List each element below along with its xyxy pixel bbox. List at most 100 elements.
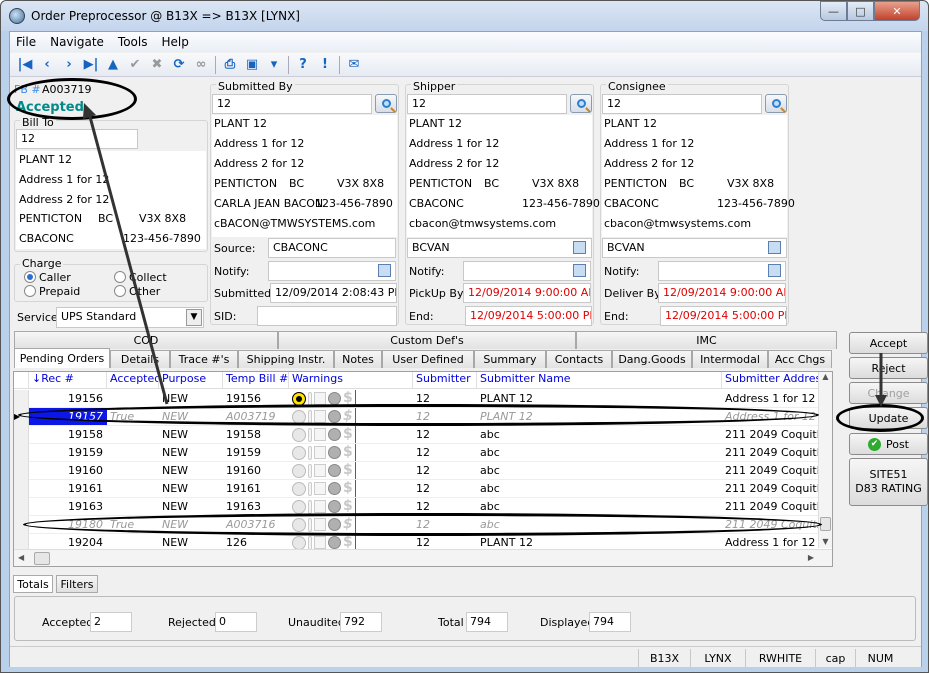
tab-dang-goods[interactable]: Dang.Goods [612,350,692,368]
up-arrow-icon[interactable]: ▲ [102,55,124,75]
service-select[interactable]: UPS Standard ▼ [56,307,204,328]
table-row[interactable]: 19160 NEW 19160 $12 abc 211 2049 Coquitlam A [29,462,832,480]
title-bar[interactable]: Order Preprocessor @ B13X => B13X [LYNX]… [1,1,928,31]
consignee-by-date-input[interactable]: 12/09/2014 9:00:00 AM [658,283,786,303]
check-icon[interactable]: ✔ [124,55,146,75]
shipper-end-date-input[interactable]: 12/09/2014 5:00:00 PM [465,306,592,326]
alert-icon[interactable]: ! [314,55,336,75]
table-row[interactable]: 19161 NEW 19161 $12 abc 211 2049 Coquitlam A [29,480,832,498]
submitted-by-code-input[interactable]: 12 [212,94,372,114]
shipper-by-date-input[interactable]: 12/09/2014 9:00:00 AM [463,283,591,303]
tab-custom-defs[interactable]: Custom Def's [278,331,576,349]
next-record-icon[interactable]: › [58,55,80,75]
shipper-search-button[interactable] [570,94,592,113]
submitted-date-input[interactable]: 12/09/2014 2:08:43 PM [270,283,397,303]
charge-other-radio[interactable] [114,285,126,297]
binoculars-icon[interactable]: ∞ [190,55,212,75]
row-selector[interactable] [14,444,29,462]
close-button[interactable]: ✕ [874,1,920,21]
column-header[interactable]: Temp Bill # [223,372,289,388]
minimize-button[interactable]: — [820,1,847,21]
chevron-down-icon[interactable]: ▼ [186,309,202,326]
tab-imc[interactable]: IMC [576,331,837,349]
source-input[interactable]: CBACONC [268,238,396,258]
consignee-code-input[interactable]: 12 [602,94,762,114]
horizontal-scrollbar[interactable]: ◀ ▶ [14,549,832,566]
tab-trace-s[interactable]: Trace #'s [170,350,238,368]
column-header[interactable]: Submitter Address 1 [722,372,832,388]
tab-acc-chgs[interactable]: Acc Chgs [768,350,832,368]
column-header[interactable]: Accepted [107,372,159,388]
charge-caller-radio[interactable] [24,271,36,283]
scroll-up-icon[interactable]: ▲ [819,372,832,381]
tab-notes[interactable]: Notes [334,350,382,368]
consignee-terminal-input[interactable]: BCVAN [602,238,787,258]
submitted-by-search-button[interactable] [375,94,397,113]
tab-intermodal[interactable]: Intermodal [692,350,768,368]
scroll-right-icon[interactable]: ▶ [808,553,814,562]
accept-button[interactable]: Accept [849,332,928,354]
site-rating-button[interactable]: SITE51 D83 RATING [849,458,928,506]
maximize-button[interactable]: □ [847,1,874,21]
row-selector[interactable] [14,426,29,444]
row-selector[interactable] [14,390,29,408]
reject-button[interactable]: Reject [849,357,928,379]
scroll-down-icon[interactable]: ▼ [819,537,832,546]
consignee-end-date-input[interactable]: 12/09/2014 5:00:00 PM [660,306,787,326]
tab-cod[interactable]: COD [14,331,278,349]
tab-details[interactable]: Details [110,350,170,368]
first-record-icon[interactable]: |◀ [14,55,36,75]
tab-filters[interactable]: Filters [56,575,98,593]
refresh-icon[interactable]: ⟳ [168,55,190,75]
last-record-icon[interactable]: ▶| [80,55,102,75]
monitor-icon[interactable]: ▣ [241,55,263,75]
row-selector[interactable] [14,480,29,498]
dropdown-arrow-icon[interactable]: ▾ [263,55,285,75]
lookup-icon[interactable] [573,241,586,254]
consignee-search-button[interactable] [765,94,787,113]
menu-file[interactable]: File [16,35,36,49]
horizontal-scroll-thumb[interactable] [34,552,50,565]
menu-help[interactable]: Help [161,35,188,49]
post-button[interactable]: ✔ Post [849,433,928,455]
lookup-icon[interactable] [768,241,781,254]
scroll-left-icon[interactable]: ◀ [18,553,24,562]
help-icon[interactable]: ? [292,55,314,75]
tab-contacts[interactable]: Contacts [546,350,612,368]
column-header[interactable]: Submitter [413,372,477,388]
cancel-x-icon[interactable]: ✖ [146,55,168,75]
column-header[interactable]: Purpose [159,372,223,388]
notify-input[interactable] [268,261,396,281]
tab-pending-orders[interactable]: Pending Orders [14,348,110,368]
shipper-code-input[interactable]: 12 [407,94,567,114]
tab-totals[interactable]: Totals [13,575,53,593]
shipper-notify-input[interactable] [463,261,591,281]
lookup-icon[interactable] [768,264,781,277]
row-selector[interactable] [14,462,29,480]
envelope-icon[interactable]: ✉ [343,55,365,75]
consignee-city: PENTICTON [604,177,668,190]
sid-input[interactable] [257,306,397,326]
menu-tools[interactable]: Tools [118,35,148,49]
tab-summary[interactable]: Summary [474,350,546,368]
column-header[interactable]: ↓Rec # [29,372,107,388]
printer-icon[interactable]: ⎙ [219,55,241,75]
lookup-icon[interactable] [573,264,586,277]
tab-user-defined[interactable]: User Defined [382,350,474,368]
consignee-notify-input[interactable] [658,261,786,281]
bill-to-code-input[interactable]: 12 [16,129,138,149]
tab-shipping-instr[interactable]: Shipping Instr. [238,350,334,368]
column-header[interactable]: Submitter Name [477,372,722,388]
charge-prepaid-radio[interactable] [24,285,36,297]
column-header[interactable]: Warnings [289,372,413,388]
row-selector[interactable] [14,498,29,516]
table-row[interactable]: 19158 NEW 19158 $12 abc 211 2049 Coquitlam A [29,426,832,444]
change-button[interactable]: Change [849,382,928,404]
shipper-terminal-input[interactable]: BCVAN [407,238,592,258]
lookup-icon[interactable] [378,264,391,277]
charge-collect-radio[interactable] [114,271,126,283]
table-row[interactable]: 19159 NEW 19159 $12 abc 211 2049 Coquitlam A [29,444,832,462]
vertical-scrollbar[interactable]: ▲ ▼ [818,372,832,548]
menu-navigate[interactable]: Navigate [50,35,104,49]
previous-record-icon[interactable]: ‹ [36,55,58,75]
